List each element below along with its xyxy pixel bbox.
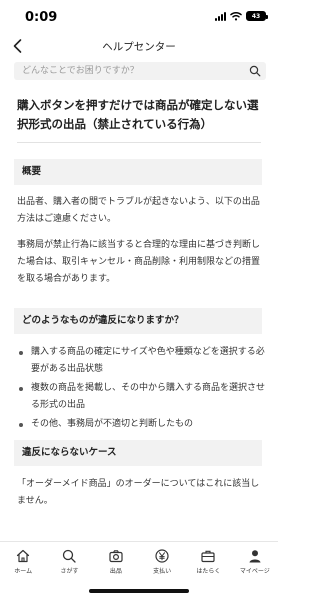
battery-level: 43 [251, 12, 261, 20]
battery-icon: 43 [246, 11, 268, 21]
bullet-icon [19, 351, 23, 355]
list-item: 複数の商品を掲載し、その中から購入する商品を選択させる形式の出品 [17, 380, 265, 414]
person-icon [249, 550, 261, 563]
search-icon[interactable] [249, 65, 261, 77]
page-header-title: ヘルプセンター [102, 41, 176, 53]
overview-paragraph-1: 出品者、購入者の間でトラブルが起きないよう、以下の出品方法はご遠慮ください。 [17, 197, 260, 224]
tab-payment[interactable]: 支払い [139, 542, 185, 579]
bottom-tab-bar: ホーム さがす 出品 支払い はたらく マイページ [0, 541, 278, 579]
list-item: 購入する商品の確定にサイズや色や種類などを選択する必要がある出品状態 [17, 344, 265, 378]
search-icon [63, 549, 77, 563]
camera-icon [109, 550, 123, 563]
bullet-icon [19, 387, 23, 391]
list-item-text: その他、事務局が不適切と判断したもの [31, 419, 194, 429]
overview-paragraph-2: 事務局が禁止行為に該当すると合理的な理由に基づき判断した場合は、取引キャンセル・… [17, 240, 261, 284]
violations-list: 購入する商品の確定にサイズや色や種類などを選択する必要がある出品状態 複数の商品… [17, 344, 265, 435]
article-title: 購入ボタンを押すだけでは商品が確定しない選択形式の出品（禁止されている行為） [17, 98, 259, 131]
list-item: その他、事務局が不適切と判断したもの [17, 416, 265, 433]
list-item-text: 複数の商品を掲載し、その中から購入する商品を選択させる形式の出品 [31, 383, 266, 410]
tab-search[interactable]: さがす [46, 542, 92, 579]
tab-work[interactable]: はたらく [185, 542, 231, 579]
tab-mypage[interactable]: マイページ [232, 542, 278, 579]
status-bar: 0:09 43 [0, 0, 278, 34]
cellular-signal-icon [215, 11, 226, 21]
navigation-bar: ヘルプセンター [0, 34, 278, 60]
tab-work-label: はたらく [196, 568, 221, 575]
tab-home[interactable]: ホーム [0, 542, 46, 579]
section-heading-overview: 概要 [14, 159, 262, 185]
tab-home-label: ホーム [14, 568, 33, 575]
section-heading-violations: どのようなものが違反になりますか？ [14, 308, 262, 334]
article-content: 購入ボタンを押すだけでは商品が確定しない選択形式の出品（禁止されている行為） 概… [0, 86, 278, 541]
bullet-icon [19, 423, 23, 427]
search-box [14, 62, 266, 80]
briefcase-icon [201, 550, 216, 563]
section-heading-non-violations: 違反にならないケース [14, 440, 262, 466]
status-time: 0:09 [25, 10, 58, 25]
search-input[interactable] [22, 62, 242, 80]
yen-coin-icon [155, 549, 169, 563]
home-icon [17, 549, 30, 563]
tab-payment-label: 支払い [153, 568, 172, 575]
list-item-text: 購入する商品の確定にサイズや色や種類などを選択する必要がある出品状態 [31, 347, 265, 374]
status-icons: 43 [215, 11, 268, 21]
tab-search-label: さがす [60, 568, 79, 575]
home-indicator[interactable] [89, 589, 189, 593]
tab-sell-label: 出品 [109, 568, 122, 575]
title-divider [17, 142, 261, 143]
tab-sell[interactable]: 出品 [93, 542, 139, 579]
wifi-icon [230, 12, 242, 21]
tab-mypage-label: マイページ [239, 568, 270, 575]
non-violation-paragraph: 「オーダーメイド商品」のオーダーについてはこれに該当しません。 [17, 479, 260, 506]
